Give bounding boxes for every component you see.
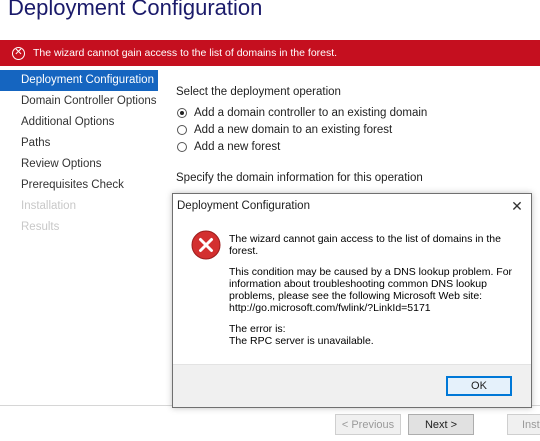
dialog-error-text: The RPC server is unavailable.: [229, 335, 374, 347]
sidebar-item-installation: Installation: [21, 200, 76, 212]
wizard-title: Deployment Configuration: [8, 0, 263, 20]
main-panel: Select the deployment operation Add a do…: [176, 86, 536, 184]
radio-add-new-forest[interactable]: Add a new forest: [177, 138, 536, 155]
close-icon[interactable]: ✕: [509, 198, 525, 215]
radio-label: Add a new domain to an existing forest: [194, 123, 393, 136]
sidebar-item-deployment-configuration[interactable]: Deployment Configuration: [0, 70, 158, 91]
radio-add-domain-controller[interactable]: Add a domain controller to an existing d…: [177, 104, 536, 121]
dialog-message: The wizard cannot gain access to the lis…: [229, 233, 521, 356]
sidebar-item-paths[interactable]: Paths: [0, 133, 158, 154]
radio-selected-icon[interactable]: [177, 107, 187, 118]
wizard-sidebar: Deployment Configuration Domain Controll…: [0, 70, 158, 238]
radio-label: Add a domain controller to an existing d…: [194, 106, 428, 119]
ok-button[interactable]: OK: [446, 376, 512, 396]
error-dialog: Deployment Configuration ✕ The wizard ca…: [172, 193, 532, 408]
dialog-body: The wizard cannot gain access to the lis…: [173, 218, 531, 366]
sidebar-item-results: Results: [21, 221, 60, 233]
banner-message: The wizard cannot gain access to the lis…: [33, 47, 338, 59]
install-button: Inst: [507, 414, 540, 435]
error-icon: [191, 230, 221, 260]
dialog-detail: This condition may be caused by a DNS lo…: [229, 266, 513, 314]
radio-unselected-icon[interactable]: [177, 141, 187, 152]
error-banner: ✕ The wizard cannot gain access to the l…: [0, 40, 540, 66]
radio-unselected-icon[interactable]: [177, 124, 187, 135]
sidebar-item-prerequisites-check[interactable]: Prerequisites Check: [0, 175, 158, 196]
operation-label: Select the deployment operation: [176, 86, 341, 98]
radio-label: Add a new forest: [194, 140, 281, 153]
dialog-error-intro: The error is:: [229, 323, 286, 335]
error-circle-icon: ✕: [12, 46, 25, 60]
next-button[interactable]: Next >: [408, 414, 474, 435]
dialog-title: Deployment Configuration: [177, 200, 310, 212]
sidebar-item-domain-controller-options[interactable]: Domain Controller Options: [0, 91, 158, 112]
sidebar-item-additional-options[interactable]: Additional Options: [0, 112, 158, 133]
previous-button: < Previous: [335, 414, 401, 435]
sidebar-item-review-options[interactable]: Review Options: [0, 154, 158, 175]
domain-info-label: Specify the domain information for this …: [176, 172, 423, 184]
radio-add-new-domain[interactable]: Add a new domain to an existing forest: [177, 121, 536, 138]
dialog-heading: The wizard cannot gain access to the lis…: [229, 233, 501, 257]
dialog-titlebar: Deployment Configuration ✕: [173, 194, 531, 218]
dialog-footer: OK: [173, 364, 531, 407]
